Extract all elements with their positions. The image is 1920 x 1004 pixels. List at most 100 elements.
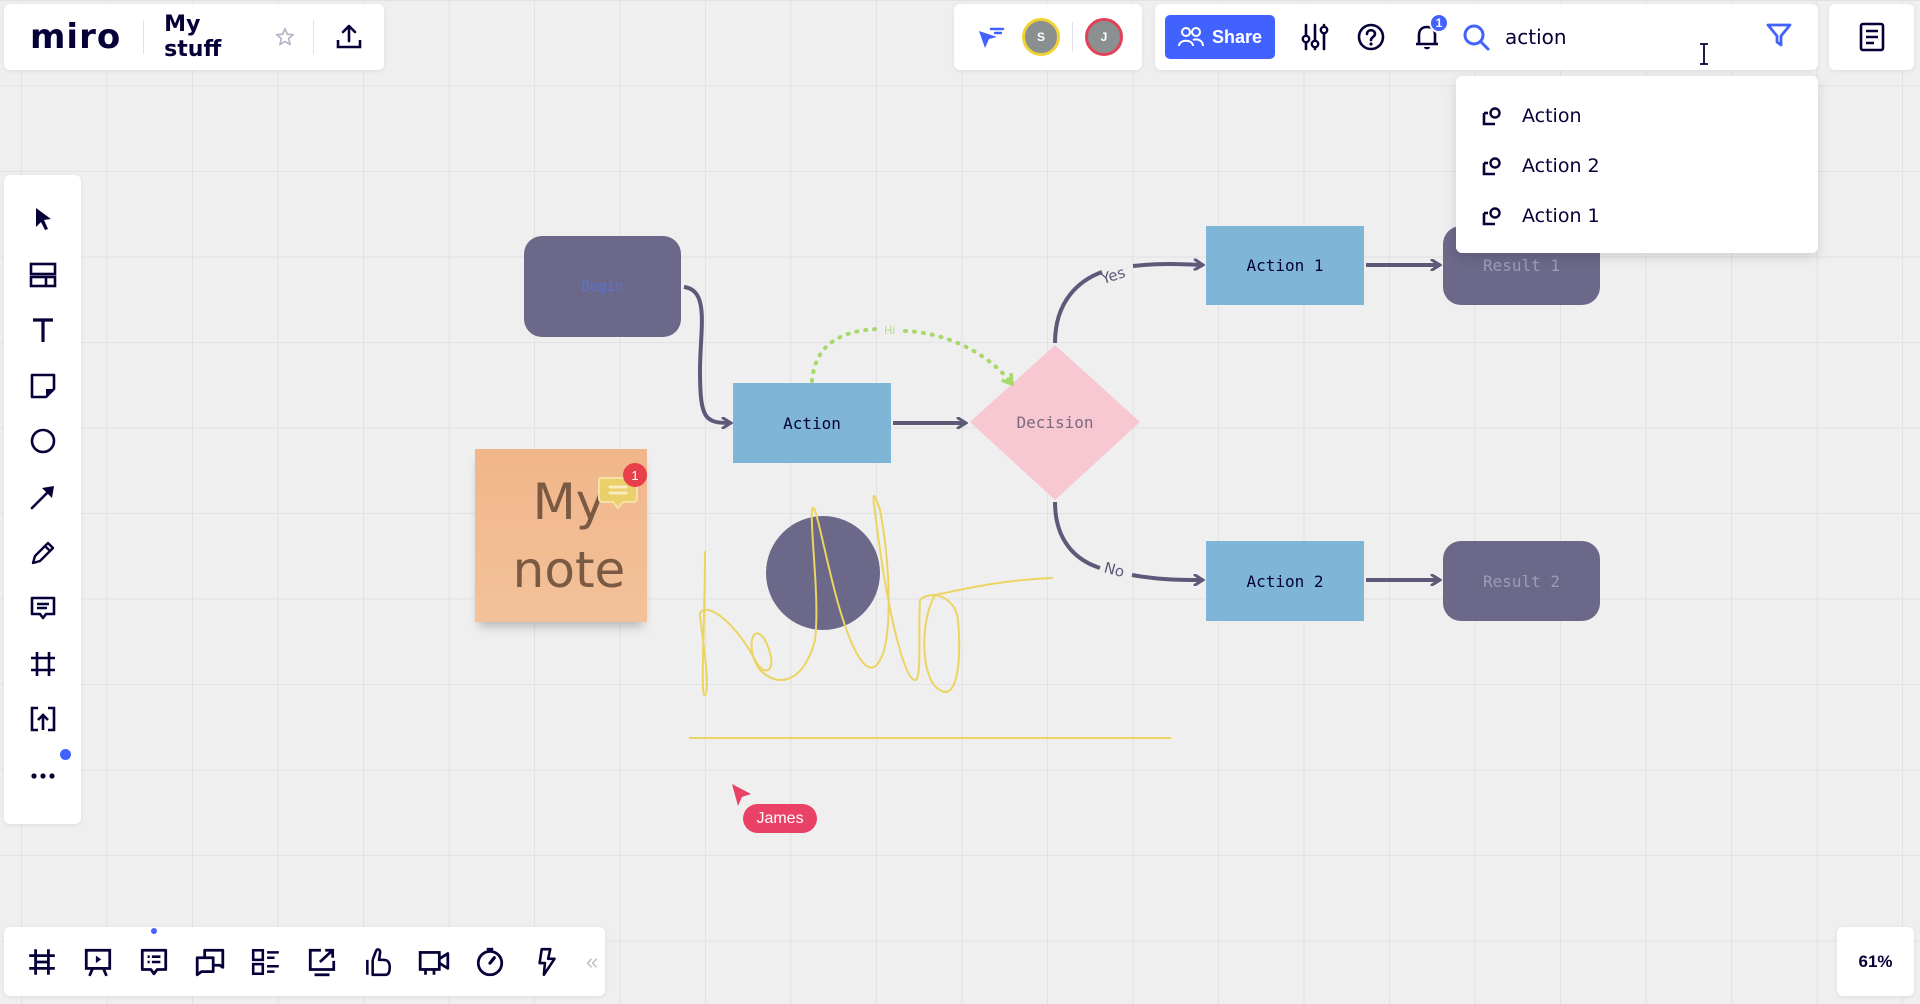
node-action-2-label: Action 2 <box>1246 571 1324 591</box>
node-decision-label: Decision <box>1016 412 1094 432</box>
search-input[interactable] <box>1505 17 1755 57</box>
frames-icon <box>29 948 55 975</box>
notifications-bell-icon[interactable]: 1 <box>1409 13 1449 55</box>
search-result-item[interactable]: Action <box>1456 91 1818 141</box>
board-title[interactable]: My stuff <box>164 12 260 62</box>
board-settings-sliders-icon[interactable] <box>1297 19 1333 55</box>
avatar-collaborator-s[interactable]: S <box>1022 18 1060 56</box>
comment-count-badge: 1 <box>623 463 647 487</box>
comment-icon <box>30 596 55 620</box>
tool-comment[interactable] <box>21 586 65 630</box>
new-comments-dot <box>151 927 157 934</box>
node-action-1[interactable]: Action 1 <box>1206 226 1364 305</box>
screen-share-icon <box>308 948 336 976</box>
notification-count-badge: 1 <box>1429 13 1449 33</box>
tool-connection-line[interactable] <box>21 475 65 519</box>
search-result-item[interactable]: Action 2 <box>1456 141 1818 191</box>
tool-upload[interactable] <box>21 697 65 741</box>
board-header: miro My stuff <box>4 4 384 70</box>
text-icon <box>32 318 53 343</box>
sticky-note[interactable]: My note <box>475 449 647 622</box>
search-result-label: Action <box>1522 105 1582 127</box>
divider <box>143 20 145 54</box>
bottom-tool-chat[interactable] <box>190 942 230 982</box>
connector-action-hi-dotted[interactable] <box>810 327 1012 384</box>
search-result-label: Action 2 <box>1522 155 1600 177</box>
connector-label-no: No <box>1102 558 1126 581</box>
tool-templates[interactable] <box>21 253 65 297</box>
tool-frame[interactable] <box>21 642 65 686</box>
frame-icon <box>30 651 55 676</box>
tool-pen[interactable] <box>21 531 65 575</box>
cursor-arrow-icon <box>35 208 51 230</box>
divider <box>1072 22 1073 52</box>
collaborators-bar: S J <box>954 4 1142 70</box>
tool-text[interactable] <box>21 308 65 352</box>
bottom-tool-comments[interactable] <box>134 927 174 982</box>
upload-icon <box>30 707 55 732</box>
collaboration-toolbar: « <box>4 927 605 996</box>
board-outline-button[interactable] <box>1829 4 1914 70</box>
bottom-tool-apps[interactable] <box>526 942 566 982</box>
search-result-item[interactable]: Action 1 <box>1456 191 1818 241</box>
bottom-tool-presentation[interactable] <box>78 942 118 982</box>
node-result-1-label: Result 1 <box>1482 256 1561 275</box>
cursor-tracking-icon[interactable] <box>974 20 1008 54</box>
connector-decision-yes[interactable] <box>1053 264 1203 344</box>
arrow-line-icon <box>30 485 54 510</box>
connector-decision-no[interactable] <box>1053 501 1203 580</box>
search-filter-icon[interactable] <box>1762 18 1796 52</box>
bottom-tool-timer[interactable] <box>470 942 510 982</box>
lightning-icon <box>538 947 556 976</box>
search-result-label: Action 1 <box>1522 205 1600 227</box>
connector-label-yes: Yes <box>1098 263 1128 288</box>
zoom-level-value: 61% <box>1858 951 1893 971</box>
remote-cursor-arrow-icon <box>732 784 751 806</box>
bottom-tool-frames[interactable] <box>22 942 62 982</box>
help-question-icon[interactable] <box>1353 19 1389 55</box>
presentation-icon <box>84 948 112 976</box>
search-icon[interactable] <box>1459 20 1493 54</box>
share-button[interactable]: Share <box>1165 15 1275 59</box>
node-action-label: Action <box>783 413 841 433</box>
shape-icon <box>1482 207 1501 226</box>
circle-shape-icon <box>30 429 55 454</box>
zoom-level-button[interactable]: 61% <box>1837 927 1914 996</box>
bottom-tool-share-screen[interactable] <box>302 942 342 982</box>
miro-logo[interactable]: miro <box>30 17 121 57</box>
text-cursor-icon <box>1700 43 1708 65</box>
more-dots-icon <box>30 773 55 779</box>
star-icon[interactable] <box>274 25 297 49</box>
document-list-icon <box>1859 22 1884 52</box>
node-begin[interactable]: Begin <box>524 236 681 337</box>
node-decision[interactable]: Decision <box>985 406 1125 438</box>
share-button-label: Share <box>1211 26 1263 47</box>
node-action-1-label: Action 1 <box>1246 256 1324 275</box>
connector-label-hi: Hi <box>884 324 895 337</box>
tool-shapes[interactable] <box>21 419 65 463</box>
remote-cursor-label: James <box>743 804 817 833</box>
node-action[interactable]: Action <box>733 383 891 463</box>
bottom-tool-cards[interactable] <box>246 942 286 982</box>
creation-toolbar <box>4 175 81 824</box>
bottom-tool-voting[interactable] <box>358 942 398 982</box>
circle-shape[interactable] <box>766 516 880 630</box>
tool-sticky-note[interactable] <box>21 364 65 408</box>
bottom-tool-video-call[interactable] <box>414 942 454 982</box>
divider <box>312 20 314 54</box>
export-upload-icon[interactable] <box>334 21 364 53</box>
node-begin-label: Begin <box>581 278 624 295</box>
avatar-initial: J <box>1100 30 1108 44</box>
tool-more[interactable] <box>21 748 71 797</box>
handwriting-hello[interactable] <box>698 495 1053 697</box>
collapse-toolbar-button[interactable]: « <box>586 949 598 975</box>
tool-select[interactable] <box>21 197 65 241</box>
comments-list-icon <box>140 948 168 975</box>
node-action-2[interactable]: Action 2 <box>1206 541 1364 621</box>
connector-begin-to-action[interactable] <box>683 285 731 423</box>
templates-icon <box>29 262 56 287</box>
shape-icon <box>1482 107 1501 126</box>
avatar-collaborator-j[interactable]: J <box>1085 18 1123 56</box>
new-indicator-dot <box>59 748 71 760</box>
node-result-2[interactable]: Result 2 <box>1443 541 1600 621</box>
